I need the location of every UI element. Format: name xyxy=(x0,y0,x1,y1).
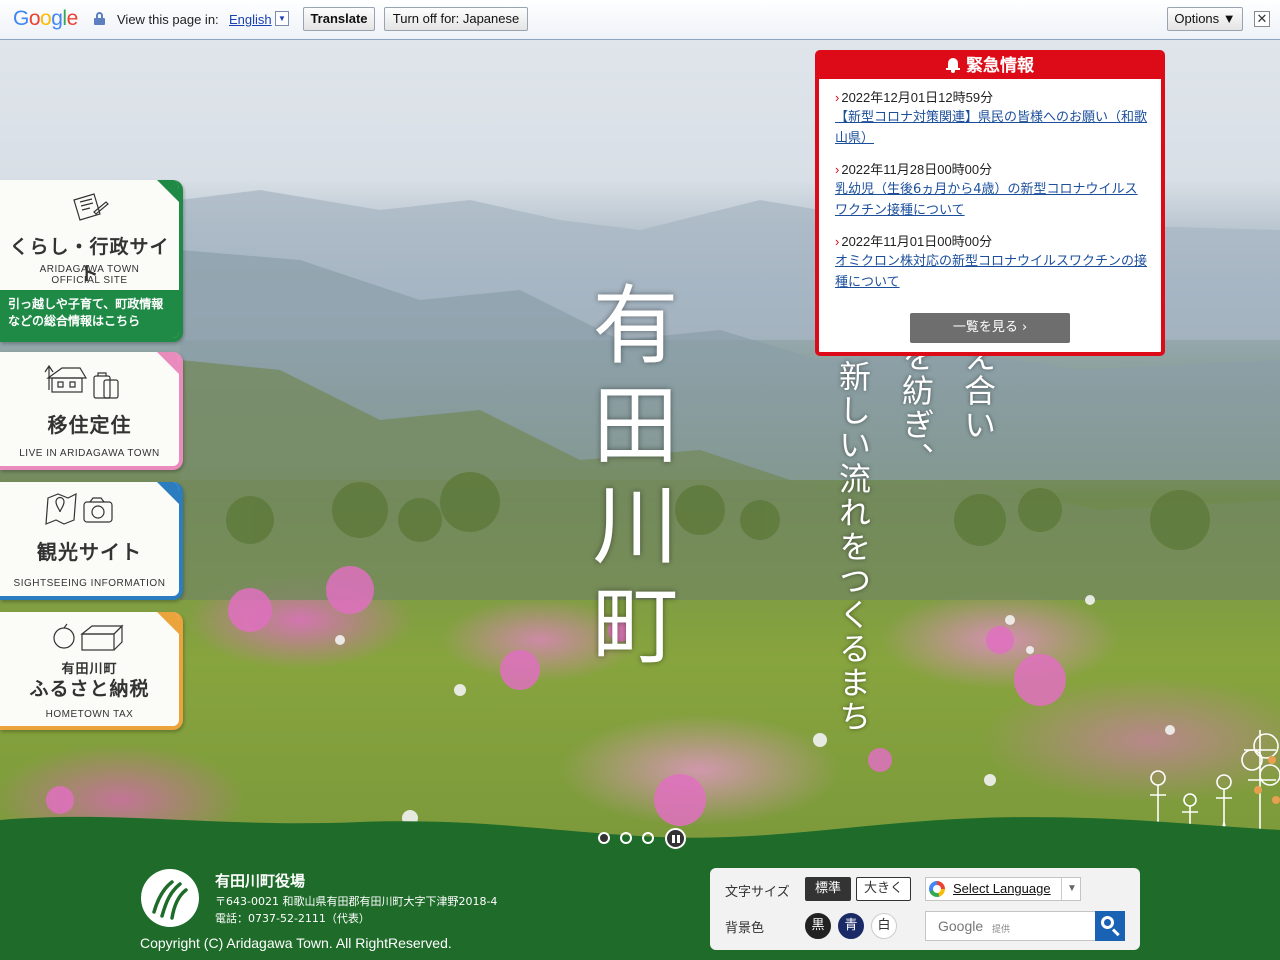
google-brand: Google xyxy=(938,918,984,934)
emergency-date-text: 2022年12月01日12時59分 xyxy=(841,90,994,105)
map-camera-icon xyxy=(45,492,113,525)
bg-black-button[interactable]: 黒 xyxy=(805,913,831,939)
chevron-right-icon: › xyxy=(835,90,840,105)
card-corner xyxy=(157,352,179,374)
card-corner xyxy=(157,482,179,504)
bg-white-button[interactable]: 白 xyxy=(871,913,897,939)
iju-sub: LIVE IN ARIDAGAWA TOWN xyxy=(19,448,160,459)
phone-line: 電話：0737-52-2111（代表） xyxy=(215,912,370,925)
translate-button[interactable]: Translate xyxy=(303,7,375,31)
font-large-button[interactable]: 大きく xyxy=(856,877,911,901)
hero-copy-line-1: 新しい流れをつくるまち xyxy=(834,360,872,734)
pause-icon[interactable] xyxy=(665,828,686,849)
accessibility-tools: 文字サイズ 標準 大きく 背景色 黒 青 白 Select Language ▼… xyxy=(710,868,1140,950)
copyright: Copyright (C) Aridagawa Town. All RightR… xyxy=(140,935,452,951)
search-button[interactable] xyxy=(1095,911,1125,941)
house-suitcase-icon xyxy=(44,364,119,399)
kanko-site-link[interactable]: 観光サイト SIGHTSEEING INFORMATION xyxy=(0,482,183,600)
emergency-date: › 2022年11月01日00時00分 xyxy=(835,233,1147,251)
furusato-sub: HOMETOWN TAX xyxy=(45,709,134,720)
provided-label: 提供 xyxy=(992,925,1011,935)
language-dropdown-icon[interactable]: ▼ xyxy=(275,11,289,26)
kurashi-desc-1: 引っ越しや子育て、町政情報 xyxy=(8,297,164,311)
kanko-title: 観光サイト xyxy=(37,540,142,564)
select-language-label: Select Language xyxy=(953,881,1051,896)
search-input[interactable]: Google 提供 xyxy=(925,911,1095,941)
emergency-header: 緊急情報 xyxy=(818,53,1162,79)
search-icon xyxy=(1101,916,1114,929)
furusato-tax-link[interactable]: 有田川町 ふるさと納税 HOMETOWN TAX xyxy=(0,612,183,730)
kurashi-sub-1: ARIDAGAWA TOWN xyxy=(39,264,140,275)
close-icon[interactable]: ✕ xyxy=(1254,11,1270,27)
emergency-date: › 2022年12月01日12時59分 xyxy=(835,89,1147,107)
slide-dot-1[interactable] xyxy=(598,832,610,844)
font-size-label: 文字サイズ xyxy=(725,885,790,900)
hero-title: 有田川町 xyxy=(577,280,677,680)
emergency-link[interactable]: 【新型コロナ対策関連】県民の皆様へのお願い（和歌山県） xyxy=(835,107,1147,149)
hero-copy-line-2: を紡ぎ、 xyxy=(897,340,935,476)
card-corner xyxy=(157,612,179,634)
furusato-title: ふるさと納税 xyxy=(29,678,150,700)
kurashi-site-link[interactable]: くらし・行政サイト ARIDAGAWA TOWN OFFICIAL SITE 引… xyxy=(0,180,183,342)
emergency-date-text: 2022年11月28日00時00分 xyxy=(841,162,993,177)
kurashi-sub-2: OFFICIAL SITE xyxy=(51,275,128,286)
language-link[interactable]: English xyxy=(229,12,272,27)
town-address: 〒643-0021 和歌山県有田郡有田川町大字下津野2018-4 電話：0737… xyxy=(215,893,497,927)
iju-site-link[interactable]: 移住定住 LIVE IN ARIDAGAWA TOWN xyxy=(0,352,183,470)
card-corner xyxy=(157,180,179,202)
google-logo: Google xyxy=(13,7,78,30)
emergency-panel: 緊急情報 › 2022年12月01日12時59分 【新型コロナ対策関連】県民の皆様… xyxy=(815,50,1165,356)
translate-bar: Google View this page in: English ▼ Tran… xyxy=(0,0,1280,40)
bg-color-label: 背景色 xyxy=(725,921,765,936)
emergency-date: › 2022年11月28日00時00分 xyxy=(835,161,1147,179)
town-office-name: 有田川町役場 xyxy=(215,872,306,890)
bg-blue-button[interactable]: 青 xyxy=(838,913,864,939)
turn-off-button[interactable]: Turn off for: Japanese xyxy=(384,7,528,31)
document-icon xyxy=(73,193,109,221)
orange-box-icon xyxy=(53,623,124,651)
kurashi-desc-2: などの総合情報はこちら xyxy=(8,314,141,328)
chevron-down-icon: ▼ xyxy=(1061,878,1077,900)
list-item: › 2022年11月01日00時00分 オミクロン株対応の新型コロナウイルスワクチ… xyxy=(835,233,1147,293)
search-icon-handle xyxy=(1111,928,1120,937)
list-item: › 2022年12月01日12時59分 【新型コロナ対策関連】県民の皆様へのお願い… xyxy=(835,89,1147,149)
kanko-sub: SIGHTSEEING INFORMATION xyxy=(13,578,166,589)
slide-dot-3[interactable] xyxy=(642,832,654,844)
list-item: › 2022年11月28日00時00分 乳幼児（生後6ヵ月から4歳）の新型コロナウ… xyxy=(835,161,1147,221)
town-emblem-icon xyxy=(141,869,199,927)
chevron-right-icon: › xyxy=(835,234,840,249)
emergency-link[interactable]: 乳幼児（生後6ヵ月から4歳）の新型コロナウイルスワクチン接種について xyxy=(835,179,1147,221)
view-all-button[interactable]: 一覧を見る › xyxy=(910,313,1070,343)
select-language-dropdown[interactable]: Select Language ▼ xyxy=(925,877,1081,901)
slide-dot-2[interactable] xyxy=(620,832,632,844)
options-button[interactable]: Options ▼ xyxy=(1167,7,1243,31)
chevron-right-icon: › xyxy=(835,162,840,177)
iju-title: 移住定住 xyxy=(47,413,132,437)
emergency-link[interactable]: オミクロン株対応の新型コロナウイルスワクチンの接種について xyxy=(835,251,1147,293)
bell-icon xyxy=(946,57,960,73)
font-standard-button[interactable]: 標準 xyxy=(805,877,851,901)
view-page-label: View this page in: xyxy=(117,12,219,27)
emergency-date-text: 2022年11月01日00時00分 xyxy=(841,234,993,249)
kurashi-description: 引っ越しや子育て、町政情報 などの総合情報はこちら xyxy=(0,290,179,338)
lock-icon xyxy=(94,12,105,25)
emergency-title: 緊急情報 xyxy=(966,56,1034,76)
emergency-list: › 2022年12月01日12時59分 【新型コロナ対策関連】県民の皆様へのお願い… xyxy=(819,79,1161,293)
google-g-icon xyxy=(929,881,945,897)
address-line: 〒643-0021 和歌山県有田郡有田川町大字下津野2018-4 xyxy=(215,895,498,908)
